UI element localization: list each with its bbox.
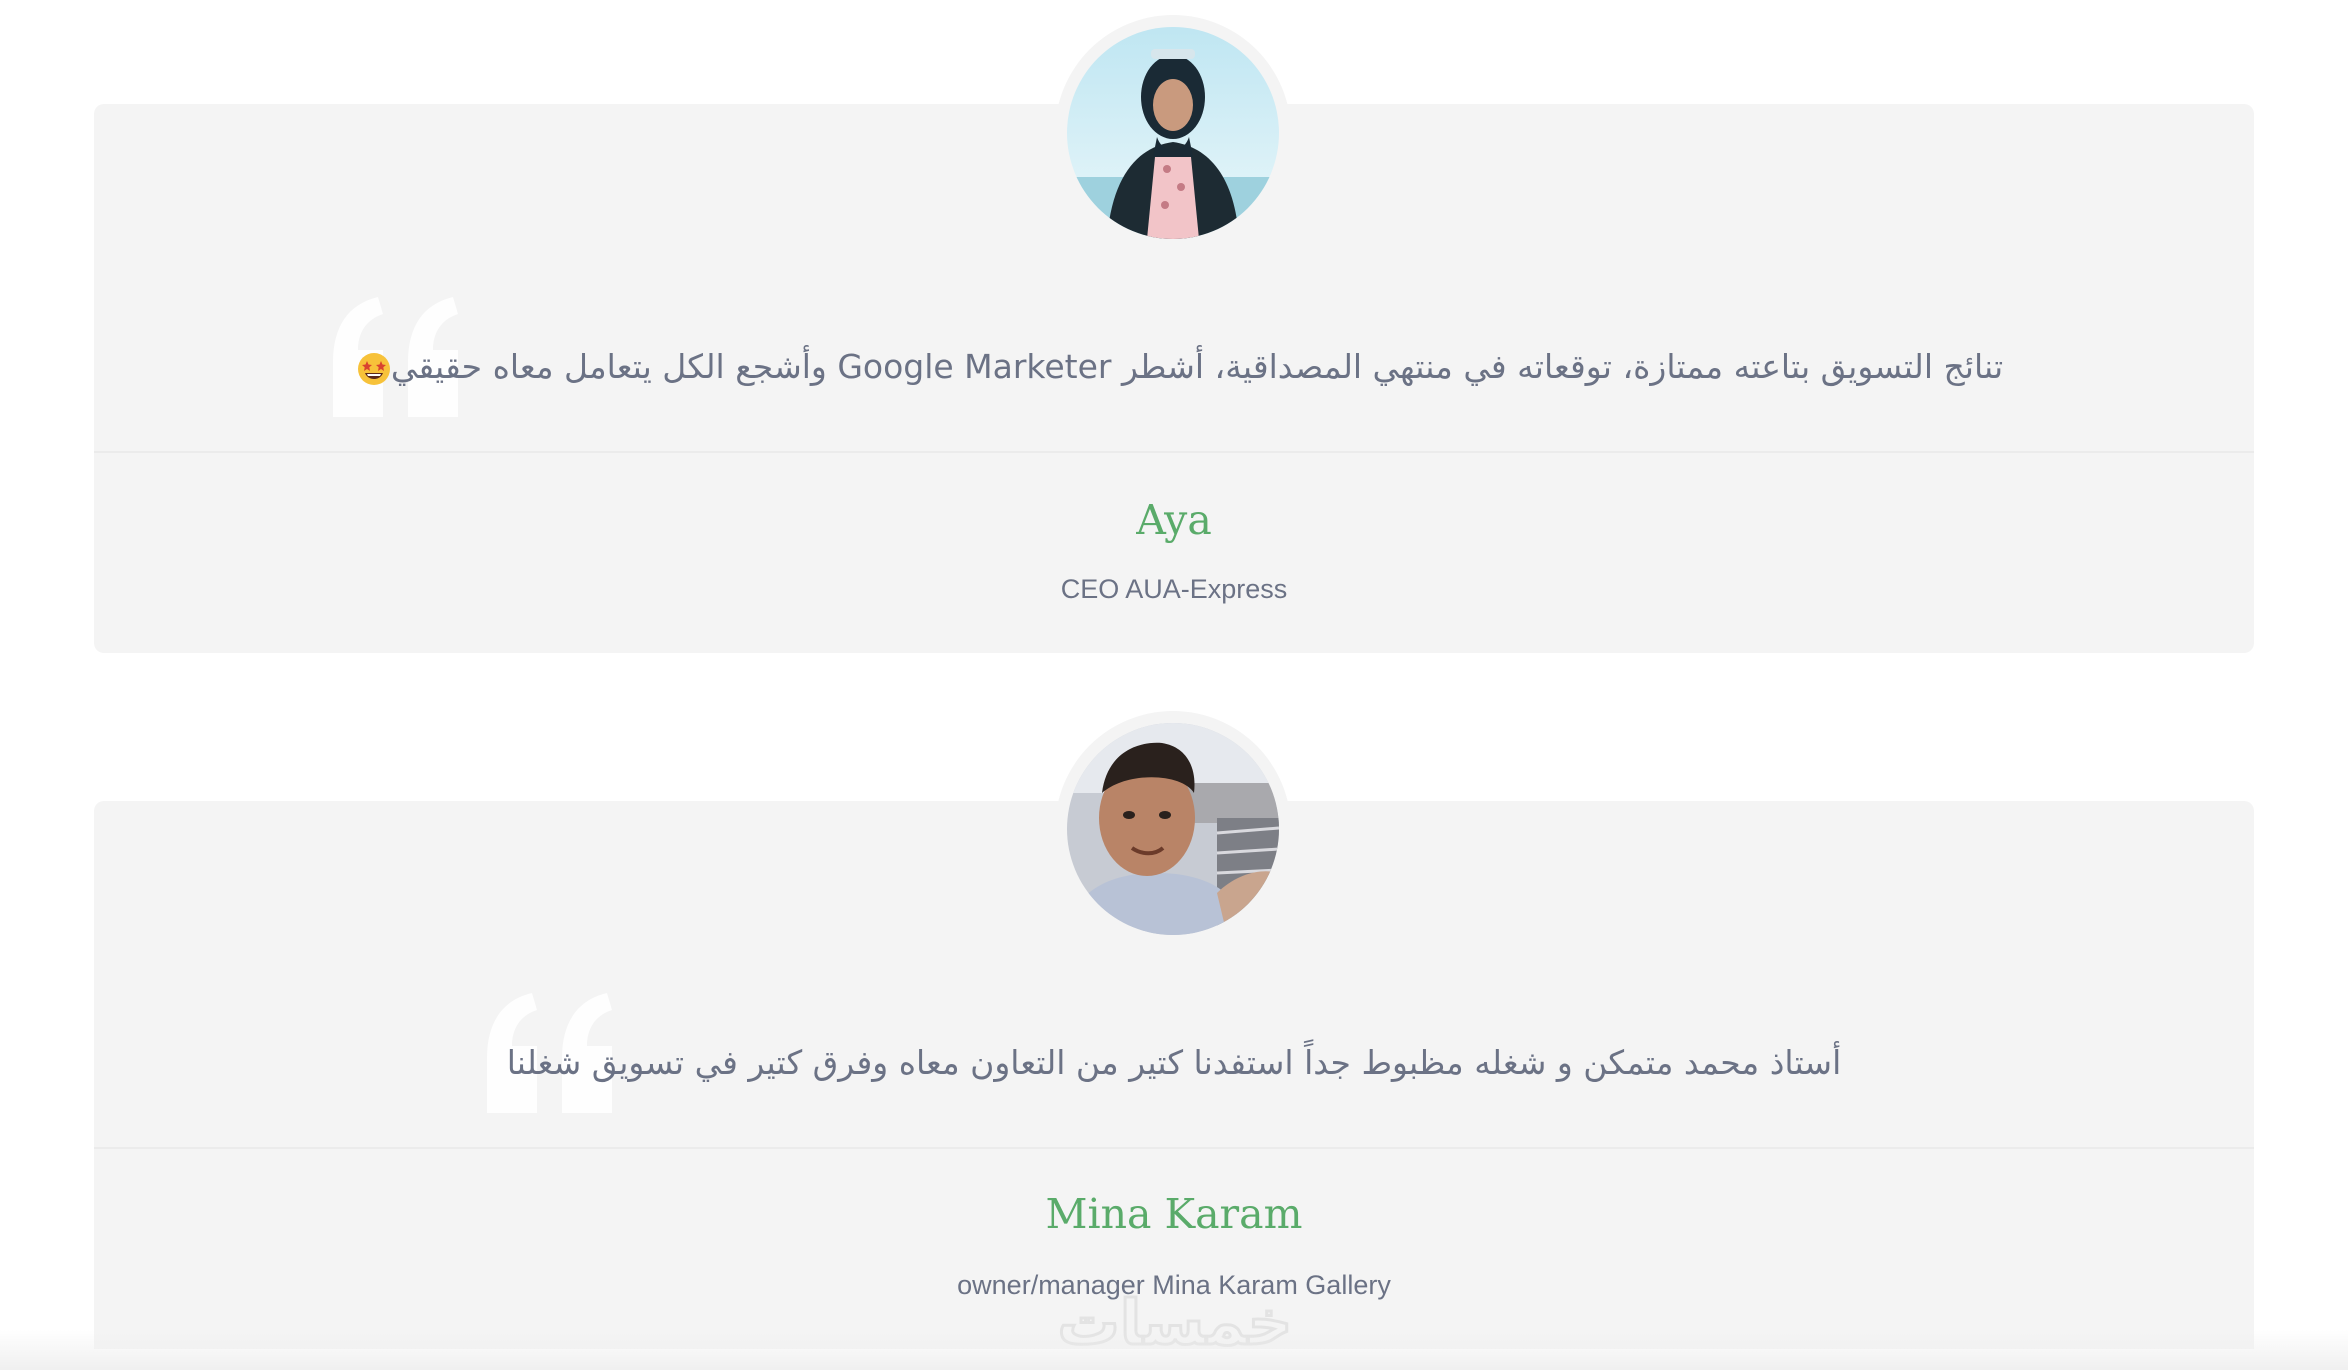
avatar-ring xyxy=(1055,15,1291,251)
avatar-ring xyxy=(1055,711,1291,947)
testimonial-author-name: Mina Karam xyxy=(1045,1190,1303,1238)
testimonial-quote: أستاذ محمد متمكن و شغله مظبوط جداً استفد… xyxy=(506,1043,1842,1082)
testimonial-author-role: CEO AUA-Express xyxy=(1060,574,1288,604)
star-struck-emoji-icon xyxy=(357,352,390,385)
testimonials-page: تنائج التسويق بتاعته ممتازة، توقعاته في … xyxy=(0,0,2348,1370)
avatar xyxy=(1067,723,1279,935)
bottom-fade xyxy=(0,1330,2348,1370)
card-divider xyxy=(94,451,2254,453)
testimonial-quote: تنائج التسويق بتاعته ممتازة، توقعاته في … xyxy=(94,347,2254,386)
testimonial-author-name: Aya xyxy=(1136,496,1212,544)
avatar xyxy=(1067,27,1279,239)
card-divider xyxy=(94,1147,2254,1149)
